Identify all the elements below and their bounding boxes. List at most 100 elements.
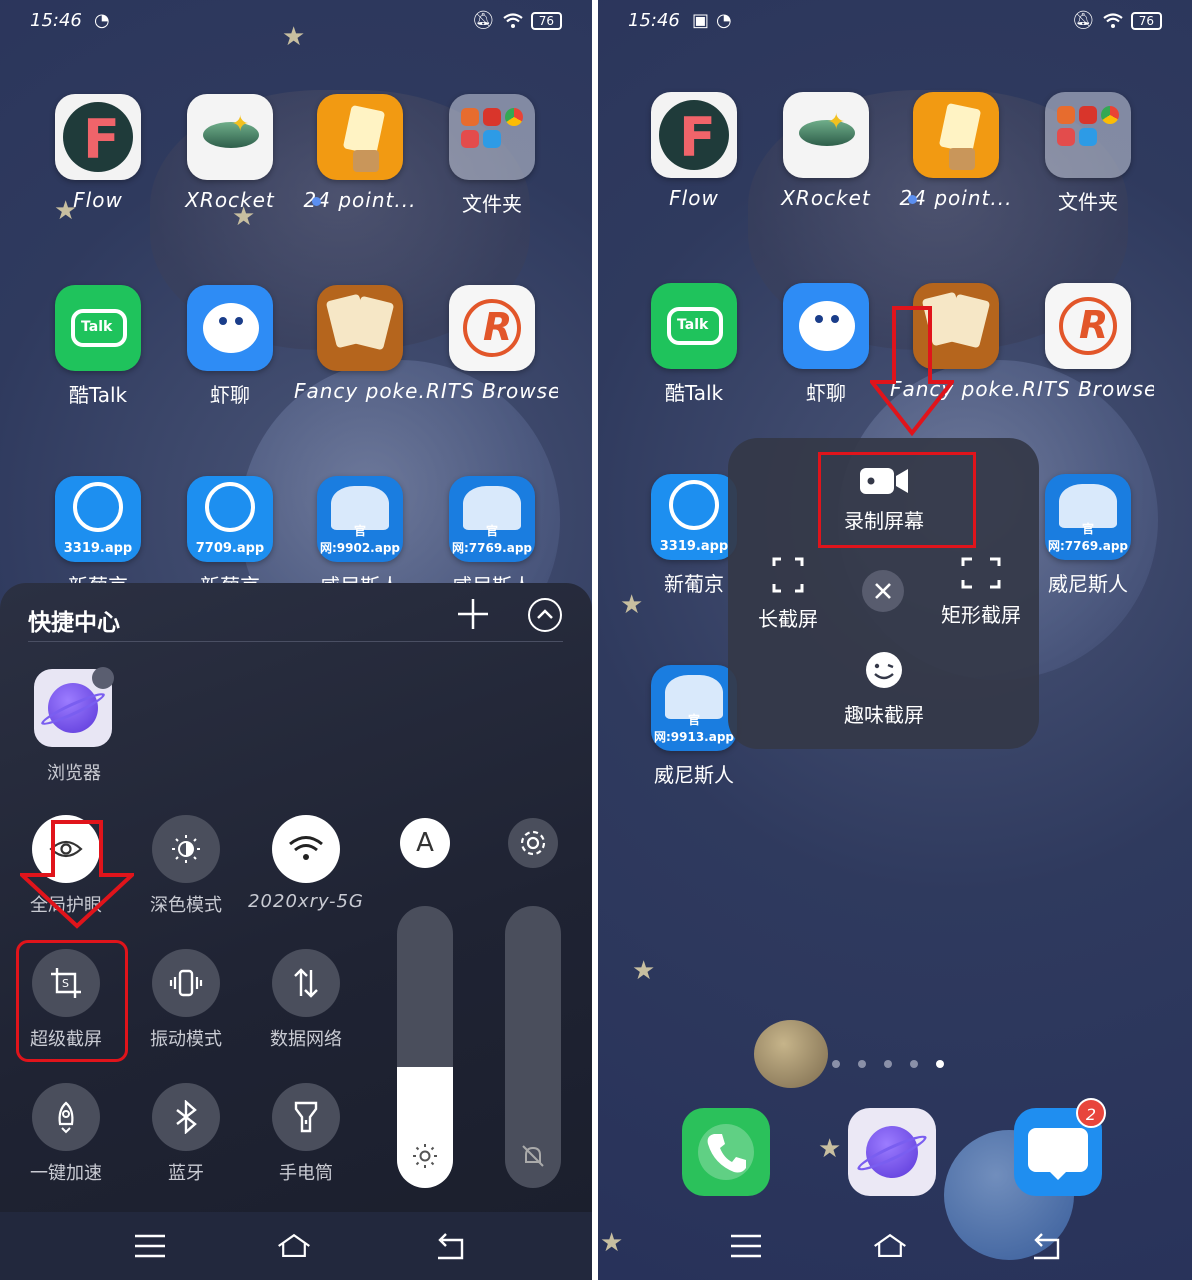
chat-bubble-icon: Talk	[651, 283, 737, 369]
venetian-lion-icon: 官网:9913.app	[651, 665, 737, 751]
xinpujing-logo-icon: 7709.app	[187, 476, 273, 562]
scroll-capture-icon	[772, 557, 804, 593]
app-label: RITS Browser	[1022, 377, 1154, 401]
xinpujing-logo-icon: 3319.app	[55, 476, 141, 562]
poker-icon	[317, 285, 403, 371]
app-xialiao[interactable]: 虾聊	[164, 285, 296, 408]
toggle-label: 一键加速	[30, 1163, 102, 1184]
browser-app[interactable]	[848, 1108, 936, 1196]
rect-capture-icon	[961, 557, 1001, 589]
folder-icon	[449, 94, 535, 180]
wifi-toggle[interactable]: 2020xry-5G	[246, 815, 366, 912]
app-label: 虾聊	[210, 383, 250, 407]
phone-icon	[698, 1124, 754, 1180]
app-xrocket[interactable]: ✦ XRocket	[760, 92, 892, 210]
page-dot[interactable]	[936, 1060, 944, 1068]
wifi-icon	[289, 836, 323, 860]
chat-bubble-icon: Talk	[55, 285, 141, 371]
venetian-lion-icon: 官网:9902.app	[317, 476, 403, 562]
sun-moon-icon	[172, 835, 200, 863]
bluetooth-icon	[176, 1100, 197, 1134]
back-nav-button[interactable]	[432, 1230, 468, 1262]
data-arrows-icon	[294, 968, 318, 998]
app-folder[interactable]: 文件夹	[1022, 92, 1154, 215]
app-label: 文件夹	[1058, 190, 1118, 214]
collapse-button[interactable]	[528, 598, 562, 632]
app-xrocket[interactable]: ✦ XRocket	[164, 94, 296, 212]
annotation-highlight-box	[16, 940, 128, 1062]
auto-brightness-button[interactable]: A	[400, 818, 450, 868]
home-nav-button[interactable]	[872, 1230, 908, 1262]
boost-toggle[interactable]: 一键加速	[6, 1083, 126, 1185]
rocket-icon: ✦	[187, 94, 273, 180]
flow-icon: F	[651, 92, 737, 178]
long-screenshot-button[interactable]: 长截屏	[748, 556, 828, 632]
add-icon[interactable]	[456, 597, 490, 631]
browser-shortcut[interactable]: 浏览器	[34, 667, 114, 785]
new-dot-badge	[312, 197, 321, 206]
vibrate-toggle[interactable]: 振动模式	[126, 949, 246, 1051]
wifi-status-icon	[503, 12, 523, 28]
page-dot[interactable]	[884, 1060, 892, 1068]
xinpujing-logo-icon: 3319.app	[651, 474, 737, 560]
app-weinisi-2[interactable]: 官网:7769.app 威尼斯人	[1022, 474, 1154, 597]
home-nav-button[interactable]	[276, 1230, 312, 1262]
app-flow[interactable]: F Flow	[628, 92, 760, 210]
nav-bar	[0, 1212, 592, 1280]
quick-center-title: 快捷中心	[28, 610, 120, 636]
annotation-arrow	[20, 820, 134, 929]
page-dot[interactable]	[910, 1060, 918, 1068]
toggle-label: 振动模式	[150, 1029, 222, 1050]
mobile-data-toggle[interactable]: 数据网络	[246, 949, 366, 1051]
rocket-icon: ✦	[783, 92, 869, 178]
app-weinisi-2[interactable]: 官网:7769.app 威尼斯人	[426, 476, 558, 599]
toggle-label: 手电筒	[279, 1163, 333, 1184]
app-xinpujing-2[interactable]: 7709.app 新葡京	[164, 476, 296, 599]
message-badge: 2	[1076, 1098, 1106, 1128]
flashlight-toggle[interactable]: 手电筒	[246, 1083, 366, 1185]
annotation-highlight-box	[818, 452, 976, 548]
volume-slider[interactable]	[505, 906, 561, 1188]
bluetooth-toggle[interactable]: 蓝牙	[126, 1083, 246, 1185]
brightness-icon	[413, 1144, 437, 1168]
wallpaper-small-planet	[754, 1020, 828, 1088]
folder-icon	[1045, 92, 1131, 178]
app-label: 酷Talk	[664, 381, 724, 405]
app-kutalk[interactable]: Talk 酷Talk	[32, 285, 164, 408]
settings-button[interactable]	[508, 818, 558, 868]
app-weinisi-1[interactable]: 官网:9902.app 威尼斯人	[294, 476, 426, 599]
app-flow[interactable]: F Flow	[32, 94, 164, 212]
venetian-lion-icon: 官网:7769.app	[449, 476, 535, 562]
brightness-slider[interactable]	[397, 906, 453, 1188]
toggle-label: 深色模式	[150, 895, 222, 916]
card-game-icon	[913, 92, 999, 178]
app-kutalk[interactable]: Talk 酷Talk	[628, 283, 760, 406]
vibrate-icon	[169, 969, 203, 997]
app-fancypoker[interactable]: Fancy poke...	[294, 285, 426, 403]
app-24point[interactable]: 24 point...	[294, 94, 426, 212]
nav-bar	[598, 1212, 1192, 1280]
status-time: 15:46	[628, 10, 680, 31]
phone-app[interactable]	[682, 1108, 770, 1196]
menu-nav-button[interactable]	[132, 1230, 168, 1262]
back-nav-button[interactable]	[1028, 1230, 1064, 1262]
new-dot-badge	[908, 195, 917, 204]
app-xinpujing-1[interactable]: 3319.app 新葡京	[32, 476, 164, 599]
fun-screenshot-label: 趣味截屏	[844, 703, 924, 727]
fun-screenshot-button[interactable]: 趣味截屏	[834, 650, 934, 728]
page-dot[interactable]	[832, 1060, 840, 1068]
menu-nav-button[interactable]	[728, 1230, 764, 1262]
browser-planet-icon	[34, 667, 114, 747]
mute-icon: 🔕︎	[1071, 10, 1095, 31]
left-screen: ★ ★ ★ ★ 15:46 ◔ 🔕︎ 76 F Flow ✦ XRocket 2	[0, 0, 592, 1280]
page-dot[interactable]	[858, 1060, 866, 1068]
rect-screenshot-button[interactable]: 矩形截屏	[936, 556, 1026, 628]
app-label: 酷Talk	[68, 383, 128, 407]
app-rits-browser[interactable]: R RITS Browser	[426, 285, 558, 403]
close-menu-button[interactable]	[862, 570, 904, 612]
app-24point[interactable]: 24 point...	[890, 92, 1022, 210]
wifi-status-icon	[1103, 12, 1123, 28]
app-rits-browser[interactable]: R RITS Browser	[1022, 283, 1154, 401]
dark-mode-toggle[interactable]: 深色模式	[126, 815, 246, 917]
app-folder[interactable]: 文件夹	[426, 94, 558, 217]
